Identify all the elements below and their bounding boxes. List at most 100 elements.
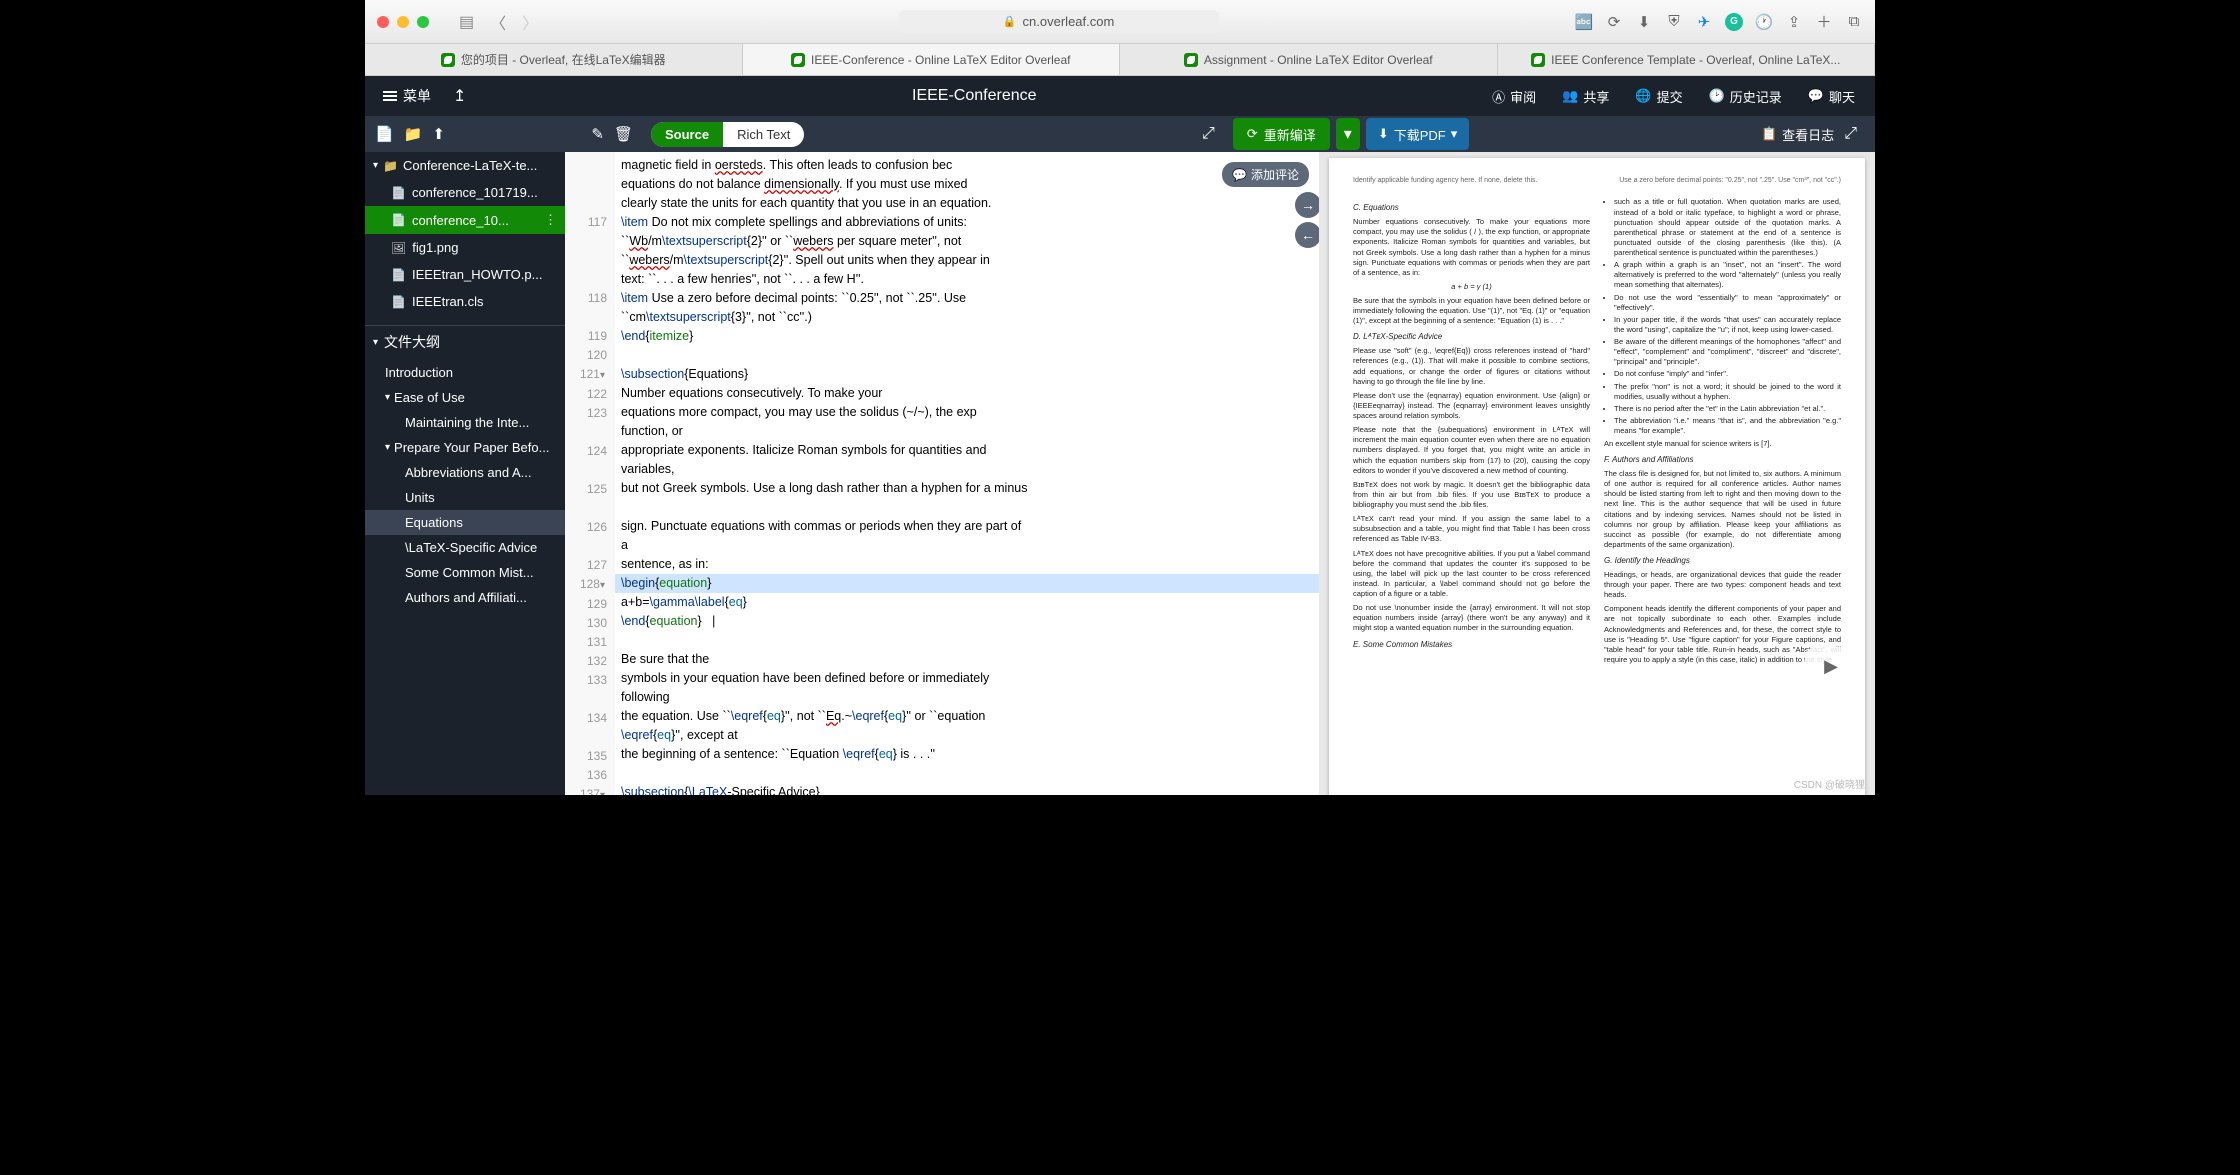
outline-item[interactable]: Maintaining the Inte... — [365, 410, 565, 435]
code-line[interactable] — [615, 346, 1319, 365]
code-line[interactable]: the equation. Use ``\eqref{eq}'', not ``… — [615, 707, 1319, 726]
code-line[interactable]: ``cm\textsuperscript{3}'', not ``cc''.) — [615, 308, 1319, 327]
code-line[interactable]: following — [615, 688, 1319, 707]
chat-button[interactable]: 💬聊天 — [1798, 83, 1865, 110]
code-line[interactable]: \item Do not mix complete spellings and … — [615, 213, 1319, 232]
source-mode-button[interactable]: Source — [651, 122, 723, 147]
history-button[interactable]: 🕑历史记录 — [1699, 83, 1792, 110]
forward-button[interactable]: 〉 — [518, 8, 542, 36]
code-line[interactable]: but not Greek symbols. Use a long dash r… — [615, 479, 1319, 498]
outline-header[interactable]: ▾文件大纲 — [365, 325, 565, 358]
code-line[interactable]: a — [615, 536, 1319, 555]
outline-item[interactable]: Units — [365, 485, 565, 510]
expand-icon[interactable]: ⤢ — [1202, 125, 1215, 143]
maximize-window-button[interactable] — [417, 16, 429, 28]
rename-icon[interactable]: ✎ — [591, 125, 604, 143]
sync-to-code-button[interactable]: ← — [1295, 222, 1319, 248]
code-editor[interactable]: 117 118 119120121▾122123 124 125 126 127… — [565, 152, 1319, 795]
menu-button[interactable]: 菜单 — [375, 82, 439, 110]
grammarly-icon[interactable]: G — [1725, 13, 1743, 31]
download-pdf-button[interactable]: ⬇下载PDF▾ — [1366, 118, 1469, 150]
shield-icon[interactable]: ⛨ — [1665, 13, 1683, 31]
code-line[interactable]: \subsection{Equations} — [615, 365, 1319, 384]
code-line[interactable] — [615, 498, 1319, 517]
upload-icon[interactable]: ⬆ — [432, 125, 445, 143]
browser-tab[interactable]: IEEE-Conference - Online LaTeX Editor Ov… — [743, 44, 1121, 75]
browser-tab[interactable]: 您的项目 - Overleaf, 在线LaTeX编辑器 — [365, 44, 743, 75]
code-line[interactable]: variables, — [615, 460, 1319, 479]
code-content[interactable]: magnetic field in oersteds. This often l… — [615, 152, 1319, 795]
code-line[interactable]: equations do not balance dimensionally. … — [615, 175, 1319, 194]
reload-icon[interactable]: ⟳ — [1605, 13, 1623, 31]
outline-item[interactable]: ▾Ease of Use — [365, 385, 565, 410]
clock-icon[interactable]: 🕐 — [1755, 13, 1773, 31]
folder-item[interactable]: ▾📁Conference-LaTeX-te... — [365, 152, 565, 179]
outline-item[interactable]: Some Common Mist... — [365, 560, 565, 585]
code-line[interactable]: \eqref{eq}'', except at — [615, 726, 1319, 745]
code-line[interactable]: appropriate exponents. Italicize Roman s… — [615, 441, 1319, 460]
more-icon[interactable]: ⋮ — [544, 212, 557, 228]
outline-item[interactable]: \LaTeX-Specific Advice — [365, 535, 565, 560]
code-line[interactable]: sign. Punctuate equations with commas or… — [615, 517, 1319, 536]
translate-icon[interactable]: 🔤 — [1575, 13, 1593, 31]
share-icon[interactable]: ⇪ — [1785, 13, 1803, 31]
review-button[interactable]: Ⓐ审阅 — [1482, 83, 1546, 110]
file-item[interactable]: 📄IEEEtran_HOWTO.p... — [365, 261, 565, 288]
recompile-button[interactable]: ⟳重新编译 — [1233, 118, 1330, 150]
code-line[interactable]: \item Use a zero before decimal points: … — [615, 289, 1319, 308]
sidebar-toggle-icon[interactable]: ▤ — [455, 10, 478, 34]
outline-item[interactable]: Equations — [365, 510, 565, 535]
thunderbird-icon[interactable]: ✈ — [1695, 13, 1713, 31]
minimize-window-button[interactable] — [397, 16, 409, 28]
code-line[interactable] — [615, 764, 1319, 783]
pdf-expand-icon[interactable]: ⤢ — [1844, 125, 1857, 143]
code-line[interactable]: ``Wb/m\textsuperscript{2}'' or ``webers … — [615, 232, 1319, 251]
outline-item[interactable]: Introduction — [365, 360, 565, 385]
code-line[interactable]: \begin{equation} — [615, 574, 1319, 593]
add-comment-button[interactable]: 💬添加评论 — [1222, 162, 1309, 187]
browser-tab[interactable]: IEEE Conference Template - Overleaf, Onl… — [1498, 44, 1876, 75]
file-item[interactable]: 🖼fig1.png — [365, 234, 565, 261]
code-line[interactable]: ``webers/m\textsuperscript{2}''. Spell o… — [615, 251, 1319, 270]
code-line[interactable]: \subsection{\LaTeX-Specific Advice} — [615, 783, 1319, 795]
view-logs-button[interactable]: 📋查看日志 — [1751, 119, 1844, 150]
browser-tab[interactable]: Assignment - Online LaTeX Editor Overlea… — [1120, 44, 1498, 75]
code-line[interactable]: \end{itemize} — [615, 327, 1319, 346]
download-icon[interactable]: ⬇ — [1635, 13, 1653, 31]
new-file-icon[interactable]: 📄 — [375, 125, 394, 143]
code-line[interactable]: text: ``. . . a few henries'', not ``. .… — [615, 270, 1319, 289]
delete-icon[interactable]: 🗑 — [614, 125, 633, 143]
back-button[interactable]: 〈 — [486, 8, 510, 36]
new-tab-icon[interactable]: ＋ — [1815, 13, 1833, 31]
richtext-mode-button[interactable]: Rich Text — [723, 122, 804, 147]
outline-item[interactable]: Authors and Affiliati... — [365, 585, 565, 610]
code-line[interactable]: clearly state the units for each quantit… — [615, 194, 1319, 213]
file-item[interactable]: 📄IEEEtran.cls — [365, 288, 565, 315]
outline-item[interactable]: ▾Prepare Your Paper Befo... — [365, 435, 565, 460]
code-line[interactable] — [615, 631, 1319, 650]
outline-item[interactable]: Abbreviations and A... — [365, 460, 565, 485]
close-window-button[interactable] — [377, 16, 389, 28]
code-line[interactable]: equations more compact, you may use the … — [615, 403, 1319, 422]
file-item[interactable]: 📄conference_101719... — [365, 179, 565, 206]
code-line[interactable]: the beginning of a sentence: ``Equation … — [615, 745, 1319, 764]
up-icon[interactable]: ↥ — [453, 86, 466, 106]
file-item[interactable]: 📄conference_10...⋮ — [365, 206, 565, 234]
code-line[interactable]: \end{equation} | — [615, 612, 1319, 631]
sync-to-pdf-button[interactable]: → — [1295, 192, 1319, 218]
address-bar[interactable]: 🔒 cn.overleaf.com — [899, 10, 1219, 33]
code-line[interactable]: a+b=\gamma\label{eq} — [615, 593, 1319, 612]
new-folder-icon[interactable]: 📁 — [404, 125, 423, 143]
code-line[interactable]: function, or — [615, 422, 1319, 441]
submit-button[interactable]: 🌐提交 — [1625, 83, 1692, 110]
code-line[interactable]: magnetic field in oersteds. This often l… — [615, 156, 1319, 175]
video-button[interactable]: ▶ — [1805, 647, 1857, 685]
code-line[interactable]: symbols in your equation have been defin… — [615, 669, 1319, 688]
code-line[interactable]: Number equations consecutively. To make … — [615, 384, 1319, 403]
recompile-dropdown[interactable]: ▾ — [1336, 118, 1360, 150]
tabs-icon[interactable]: ⧉ — [1845, 13, 1863, 31]
pdf-preview[interactable]: Identify applicable funding agency here.… — [1319, 152, 1875, 795]
code-line[interactable]: Be sure that the — [615, 650, 1319, 669]
share-button[interactable]: 👥共享 — [1552, 83, 1619, 110]
code-line[interactable]: sentence, as in: — [615, 555, 1319, 574]
